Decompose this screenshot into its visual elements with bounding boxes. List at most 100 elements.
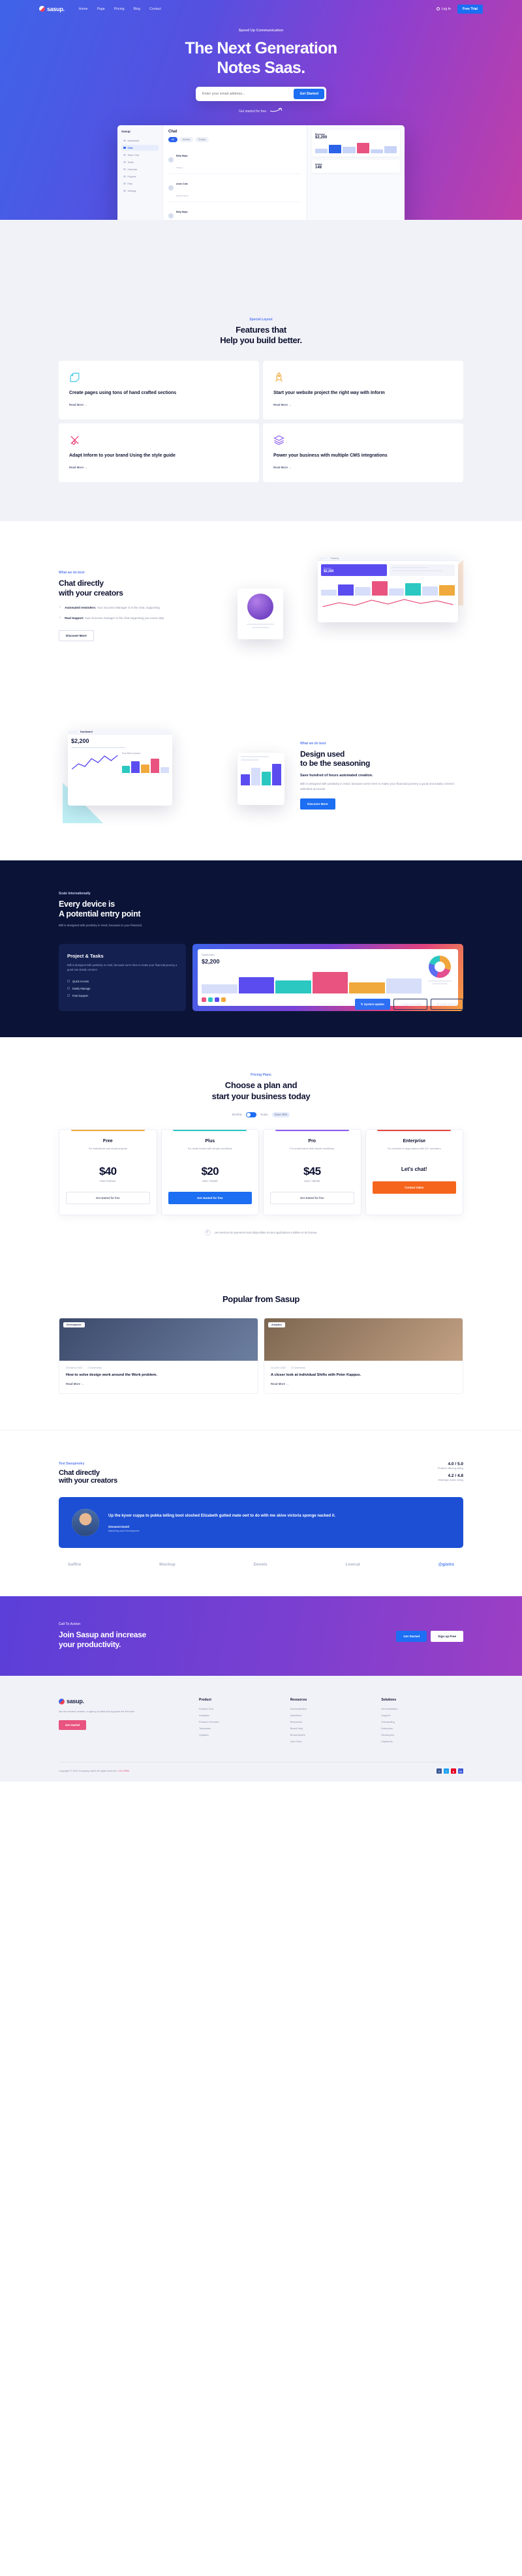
- rocket-icon: [273, 372, 284, 383]
- read-more-link[interactable]: Read More →: [273, 403, 453, 406]
- copyright-link[interactable]: COLORIB: [118, 1770, 129, 1772]
- read-more-link[interactable]: Read More →: [69, 466, 249, 469]
- footer-link[interactable]: Payments: [381, 1740, 463, 1743]
- avatar: [168, 185, 174, 190]
- footer-link[interactable]: Demonstration: [290, 1707, 373, 1710]
- mock-sidebar-item[interactable]: Tasks: [121, 159, 159, 165]
- email-input[interactable]: [198, 92, 294, 96]
- footer-logo[interactable]: sasup.: [59, 1698, 190, 1705]
- read-more-link[interactable]: Read More →: [69, 403, 249, 406]
- bullet-strong: Real Support:: [65, 616, 84, 620]
- mock-sidebar-item[interactable]: Settings: [121, 188, 159, 194]
- nav-item-page[interactable]: Page: [97, 7, 105, 11]
- twitter-icon[interactable]: t: [444, 1768, 449, 1774]
- blog-post-card[interactable]: Analytics 14 June 2022 5 Comments A clos…: [264, 1318, 463, 1395]
- read-more-link[interactable]: Read More →: [66, 1382, 251, 1386]
- billing-toggle-switch[interactable]: [245, 1112, 256, 1117]
- footer-link[interactable]: Enterprise: [381, 1727, 463, 1730]
- get-started-button[interactable]: Get Started: [294, 89, 324, 99]
- footer-column-resources: Resources Demonstration Questions Resour…: [290, 1698, 373, 1746]
- footer-link[interactable]: Brand Assets: [290, 1733, 373, 1736]
- footer-link[interactable]: Developers: [381, 1733, 463, 1736]
- footer-link[interactable]: User Flow: [290, 1740, 373, 1743]
- feature-card[interactable]: Create pages using tons of hand crafted …: [59, 360, 259, 419]
- post-tag: Analytics: [268, 1322, 285, 1328]
- facebook-icon[interactable]: f: [437, 1768, 442, 1774]
- mock-sidebar-item[interactable]: Dashboard: [121, 138, 159, 144]
- bullet-strong: Automated reminders:: [65, 606, 97, 610]
- footer-link[interactable]: Support: [381, 1714, 463, 1717]
- mock-sidebar-item-active[interactable]: Chat: [121, 145, 159, 151]
- mock-sidebar-item[interactable]: Projects: [121, 174, 159, 179]
- nav-item-home[interactable]: Home: [79, 7, 88, 11]
- logo[interactable]: sasup.: [39, 6, 65, 12]
- footer-column-title: Product: [199, 1698, 211, 1703]
- dashboard-mock-window: Dashboard $2,200 Time When Opened: [68, 730, 172, 806]
- footer-link[interactable]: Resources: [290, 1720, 373, 1723]
- mock-chat-row[interactable]: Billy Mays Typing...: [168, 146, 301, 174]
- design-copy: What we do best Design used to be the se…: [300, 742, 463, 810]
- project-tasks-text: Billi is designed with positivity in min…: [67, 963, 177, 972]
- features-grid: Create pages using tons of hand crafted …: [59, 360, 463, 482]
- plan-name: Pro: [308, 1138, 316, 1144]
- footer-link[interactable]: Analytics: [199, 1714, 281, 1717]
- cta-signup-free-button[interactable]: Sign up Free: [431, 1630, 463, 1642]
- plan-cta-button[interactable]: Get started for free: [270, 1191, 354, 1204]
- mock-sidebar-item[interactable]: Team Chat: [121, 152, 159, 158]
- avatar: [168, 213, 174, 219]
- task-item[interactable]: Fast Support: [67, 994, 177, 997]
- mock-sidebar-item[interactable]: Files: [121, 181, 159, 187]
- feature-card[interactable]: Power your business with multiple CMS in…: [263, 423, 463, 482]
- checkbox-icon: [67, 987, 70, 990]
- feature-card[interactable]: Adapt Inform to your brand Using the sty…: [59, 423, 259, 482]
- blog-post-card[interactable]: Development 20 March 2022 2 Comments How…: [59, 1318, 258, 1395]
- tab-system-update[interactable]: ↻ System Update: [355, 999, 390, 1010]
- mock-sidebar-item[interactable]: Calendar: [121, 166, 159, 172]
- nav-item-pricing[interactable]: Pricing: [114, 7, 125, 11]
- donut-chart: [425, 953, 454, 1002]
- chat-discover-more-button[interactable]: Discover More: [59, 629, 94, 641]
- mock-pill-groups[interactable]: Groups: [194, 137, 209, 142]
- mock-pill-all[interactable]: All: [168, 137, 177, 142]
- design-discover-more-button[interactable]: Discover More: [300, 798, 335, 810]
- post-meta: 14 June 2022 5 Comments: [271, 1367, 456, 1369]
- chat-bullet: ✓ Automated reminders: Your Success Mana…: [59, 605, 222, 611]
- cta-get-started-button[interactable]: Get Started: [396, 1630, 427, 1642]
- plan-accent-bar: [70, 1129, 145, 1131]
- design-lead: Save hundred of hours automated creation…: [300, 773, 373, 778]
- plan-cta-button[interactable]: Get started for free: [66, 1191, 150, 1204]
- footer-link[interactable]: Questions: [290, 1714, 373, 1717]
- pricing-title: Choose a plan and start your business to…: [211, 1080, 311, 1101]
- read-more-link[interactable]: Read More →: [273, 466, 453, 469]
- hero-email-form: Get Started: [196, 87, 326, 101]
- task-item[interactable]: Quick Access: [67, 980, 177, 983]
- footer-link[interactable]: Board Help: [290, 1727, 373, 1730]
- mock-chat-row[interactable]: Anne Cole Sounds good!: [168, 174, 301, 202]
- footer-link[interactable]: Product Tour: [199, 1707, 281, 1710]
- login-button[interactable]: Log In: [437, 7, 451, 11]
- cta-eyebrow: Call To Action: [59, 1622, 81, 1627]
- plan-card-free: Free For individuals and small projects …: [59, 1129, 157, 1215]
- plan-cta-button[interactable]: Contact Sales: [372, 1181, 456, 1194]
- plan-cta-button[interactable]: Get started for free: [168, 1191, 252, 1204]
- free-trial-button[interactable]: Free Trial: [457, 4, 483, 14]
- task-item[interactable]: Easily Manage: [67, 987, 177, 990]
- footer-link[interactable]: Demonstration: [381, 1707, 463, 1710]
- pricing-section: Pricing Plans Choose a plan and start yo…: [0, 1037, 522, 1262]
- mock-pill-unread[interactable]: Unread: [179, 137, 193, 142]
- pinterest-icon[interactable]: p: [451, 1768, 456, 1774]
- read-more-link[interactable]: Read More →: [271, 1382, 456, 1386]
- instagram-icon[interactable]: in: [458, 1768, 463, 1774]
- nav-item-blog[interactable]: Blog: [134, 7, 140, 11]
- footer-link[interactable]: Templates: [199, 1727, 281, 1730]
- mock-chat-row[interactable]: Billy MaysSee you soon: [168, 202, 301, 220]
- tab-setup-system[interactable]: ⚙ Setup System: [431, 999, 463, 1010]
- tab-project-tasks[interactable]: ✓ Project & Tasks: [393, 999, 428, 1010]
- footer-get-started-button[interactable]: Get started: [59, 1720, 87, 1731]
- footer-link[interactable]: Product Overview: [199, 1720, 281, 1723]
- footer-link[interactable]: Updates: [199, 1733, 281, 1736]
- footer-about: We are modern creative, a agency in labe…: [59, 1710, 135, 1714]
- footer-link[interactable]: Onboarding: [381, 1720, 463, 1723]
- feature-card[interactable]: Start your website project the right way…: [263, 360, 463, 419]
- nav-item-contact[interactable]: Contact: [149, 7, 161, 11]
